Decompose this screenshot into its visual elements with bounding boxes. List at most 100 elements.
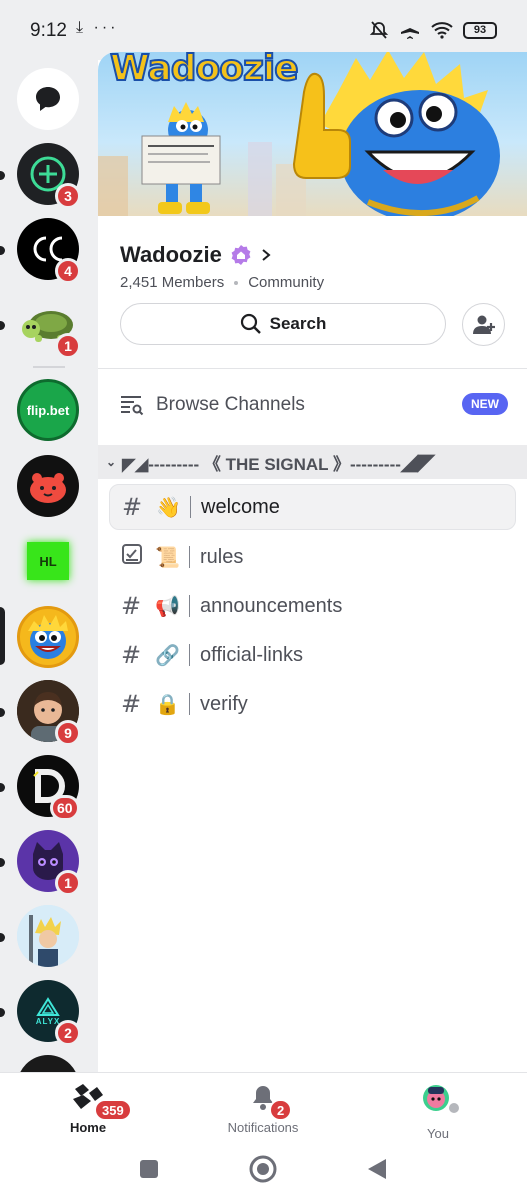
- back-triangle-icon[interactable]: [366, 1157, 388, 1181]
- channel-rules[interactable]: 📜 rules: [109, 534, 516, 580]
- channel-emoji: 📜: [155, 546, 180, 569]
- channel-divider: [189, 595, 190, 617]
- browse-channels-row[interactable]: Browse Channels NEW: [120, 388, 510, 422]
- hl-logo: HL: [27, 542, 69, 580]
- system-navigation-bar: [0, 1144, 527, 1200]
- unread-indicator: [0, 783, 5, 792]
- hl-label: HL: [39, 553, 57, 569]
- browse-channels-label: Browse Channels: [156, 394, 305, 415]
- new-badge: NEW: [462, 393, 508, 415]
- mention-badge: 1: [55, 870, 81, 896]
- channel-name: announcements: [200, 594, 343, 617]
- flipbet-label: flip.bet: [26, 402, 70, 418]
- wadoozie-mascot-icon: [28, 615, 68, 659]
- unread-indicator: [0, 933, 5, 942]
- tab-notifications[interactable]: Notifications 2: [203, 1083, 323, 1135]
- user-avatar-icon: [423, 1085, 461, 1115]
- tab-you[interactable]: You: [378, 1083, 498, 1141]
- channel-welcome[interactable]: # 👋 welcome: [109, 484, 516, 530]
- section-divider: [98, 368, 527, 369]
- mention-badge: 1: [55, 333, 81, 359]
- mention-badge: 2: [55, 1020, 81, 1046]
- server-type: Community: [248, 274, 325, 291]
- airplane-icon: [401, 21, 419, 39]
- member-count: 2,451 Members: [120, 274, 225, 291]
- channel-divider: [190, 496, 191, 518]
- server-banner: Wadoozie: [98, 52, 527, 216]
- status-bar: 9:12 ⤓ ··· 93: [0, 0, 527, 60]
- channel-announcements[interactable]: # 📢 announcements: [109, 583, 516, 629]
- mention-badge: 3: [55, 183, 81, 209]
- unread-indicator: [0, 1008, 5, 1017]
- channel-name: rules: [200, 545, 244, 568]
- text-channel-icon: #: [121, 592, 142, 620]
- rail-separator: [33, 366, 65, 368]
- server-icon-partial[interactable]: [17, 1055, 79, 1072]
- battery-icon: 93: [463, 21, 497, 39]
- server-meta: 2,451 Members Community: [120, 274, 324, 291]
- clock: 9:12: [30, 20, 67, 41]
- server-panel: Wadoozie Wadoozie 2,451 Members Communit…: [98, 52, 527, 1072]
- channel-name: official-links: [200, 643, 303, 666]
- server-icon-red-blob[interactable]: [17, 455, 79, 517]
- search-button[interactable]: Search: [120, 303, 446, 345]
- home-badge: 359: [94, 1099, 132, 1121]
- chevron-right-icon: [262, 249, 271, 261]
- home-circle-icon[interactable]: [249, 1155, 277, 1183]
- channel-name: welcome: [201, 495, 280, 518]
- anime-character-icon: [17, 905, 79, 967]
- unread-indicator: [0, 708, 5, 717]
- category-header-the-signal[interactable]: ⌄ ◤◢--------- 《 THE SIGNAL 》---------◢◤: [98, 445, 527, 479]
- server-name: Wadoozie: [120, 242, 222, 267]
- channel-verify[interactable]: # 🔒 verify: [109, 681, 516, 727]
- channel-emoji: 📢: [155, 595, 180, 618]
- tab-home-label: Home: [69, 1120, 107, 1135]
- tab-you-label: You: [427, 1126, 449, 1141]
- alyx-triangle-icon: [36, 996, 60, 1016]
- browse-list-icon: [121, 396, 144, 416]
- channel-divider: [189, 693, 190, 715]
- server-icon-wadoozie[interactable]: [17, 606, 79, 668]
- search-label: Search: [269, 314, 327, 333]
- category-label: ◤◢--------- 《 THE SIGNAL 》---------◢◤: [122, 454, 435, 474]
- text-channel-icon: #: [121, 690, 142, 718]
- text-channel-icon: #: [121, 641, 142, 669]
- text-channel-icon: #: [122, 493, 143, 521]
- channel-emoji: 👋: [156, 496, 181, 519]
- community-badge-icon: [231, 245, 251, 265]
- red-creature-icon: [30, 473, 66, 503]
- server-rail[interactable]: 3 4 1 flip.bet HL 9 60 1 ALYX 2: [0, 60, 98, 1072]
- chevron-down-icon: ⌄: [106, 455, 117, 469]
- unread-indicator: [0, 246, 5, 255]
- server-icon-cloud-character[interactable]: [17, 905, 79, 967]
- search-icon: [240, 313, 261, 334]
- channel-divider: [189, 546, 190, 568]
- rules-channel-icon: [121, 543, 155, 571]
- direct-messages-button[interactable]: [17, 68, 79, 130]
- wifi-icon: [431, 22, 453, 39]
- selected-server-indicator: [0, 607, 5, 665]
- mention-badge: 9: [55, 720, 81, 746]
- status-right-icons: 93: [369, 20, 497, 40]
- notifications-badge: 2: [269, 1099, 293, 1121]
- banner-title: Wadoozie: [109, 52, 300, 90]
- invite-button[interactable]: [462, 303, 505, 346]
- add-user-icon: [472, 315, 495, 334]
- status-left-icons: ⤓ ···: [76, 19, 119, 36]
- unread-indicator: [0, 858, 5, 867]
- alyx-logo: ALYX: [35, 996, 61, 1026]
- chat-bubble-icon: [36, 87, 60, 111]
- meta-separator: [234, 280, 239, 285]
- mention-badge: 4: [55, 258, 81, 284]
- server-name-button[interactable]: Wadoozie: [120, 242, 272, 268]
- recents-icon[interactable]: [139, 1159, 159, 1179]
- server-icon-hl[interactable]: HL: [17, 530, 79, 592]
- unread-indicator: [0, 171, 5, 180]
- channel-official-links[interactable]: # 🔗 official-links: [109, 632, 516, 678]
- mention-badge: 60: [50, 795, 80, 821]
- tab-home[interactable]: Home 359: [28, 1083, 148, 1135]
- channel-name: verify: [200, 692, 248, 715]
- server-icon-flipbet[interactable]: flip.bet: [17, 379, 79, 441]
- alyx-label: ALYX: [35, 1016, 61, 1026]
- channel-divider: [189, 644, 190, 666]
